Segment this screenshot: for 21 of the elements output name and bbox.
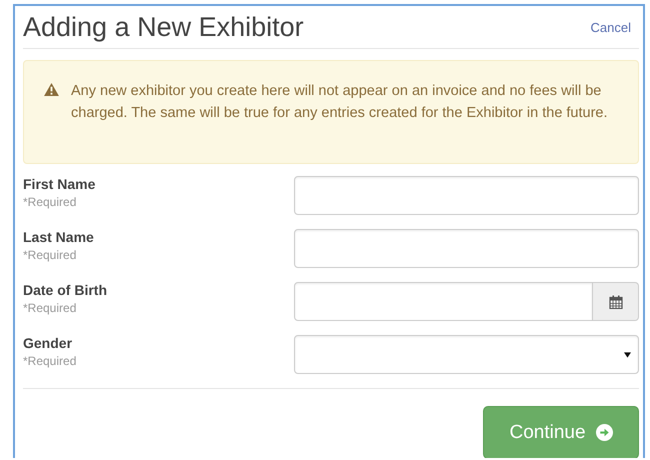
calendar-icon [608,294,622,308]
field-label: Date of Birth [23,282,107,298]
required-note: *Required [23,195,78,209]
arrow-circle-icon [596,424,613,441]
input-field[interactable] [294,229,639,268]
field-label: Last Name [23,229,94,245]
select-field[interactable] [294,335,639,374]
input-field[interactable] [294,176,639,215]
required-note: *Required [23,301,78,315]
warning-icon [44,83,59,96]
caret-icon [624,352,631,358]
required-note: *Required [23,248,78,262]
continue-button[interactable]: Continue [483,406,639,458]
field-label: First Name [23,176,96,192]
field-label: Gender [23,335,74,351]
calendar-button[interactable] [593,282,639,321]
date-field[interactable] [294,282,593,321]
dialog-title: Adding a New Exhibitor [23,12,304,42]
cancel-link[interactable]: Cancel [590,20,631,34]
warning-text: Any new exhibitor you create here will not appear on an invoice and no fees will be charged. The same will be true for any entries created for the Exhibitor in the future. [71,82,609,123]
required-note: *Required [23,354,76,368]
